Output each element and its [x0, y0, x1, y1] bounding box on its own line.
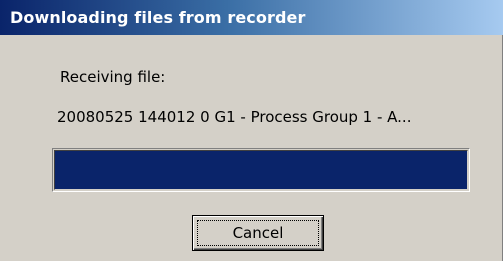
cancel-button[interactable]: Cancel	[192, 215, 324, 251]
progress-bar-frame	[54, 150, 468, 190]
progress-bar-fill	[55, 151, 467, 189]
dialog-title: Downloading files from recorder	[10, 8, 306, 27]
cancel-button-label: Cancel	[232, 224, 284, 242]
receiving-file-label: Receiving file:	[60, 68, 166, 86]
dialog-titlebar[interactable]: Downloading files from recorder	[0, 0, 503, 35]
download-progress-bar	[52, 148, 470, 192]
download-dialog: Downloading files from recorder Receivin…	[0, 0, 503, 261]
file-name-label: 20080525 144012 0 G1 - Process Group 1 -…	[57, 108, 412, 126]
